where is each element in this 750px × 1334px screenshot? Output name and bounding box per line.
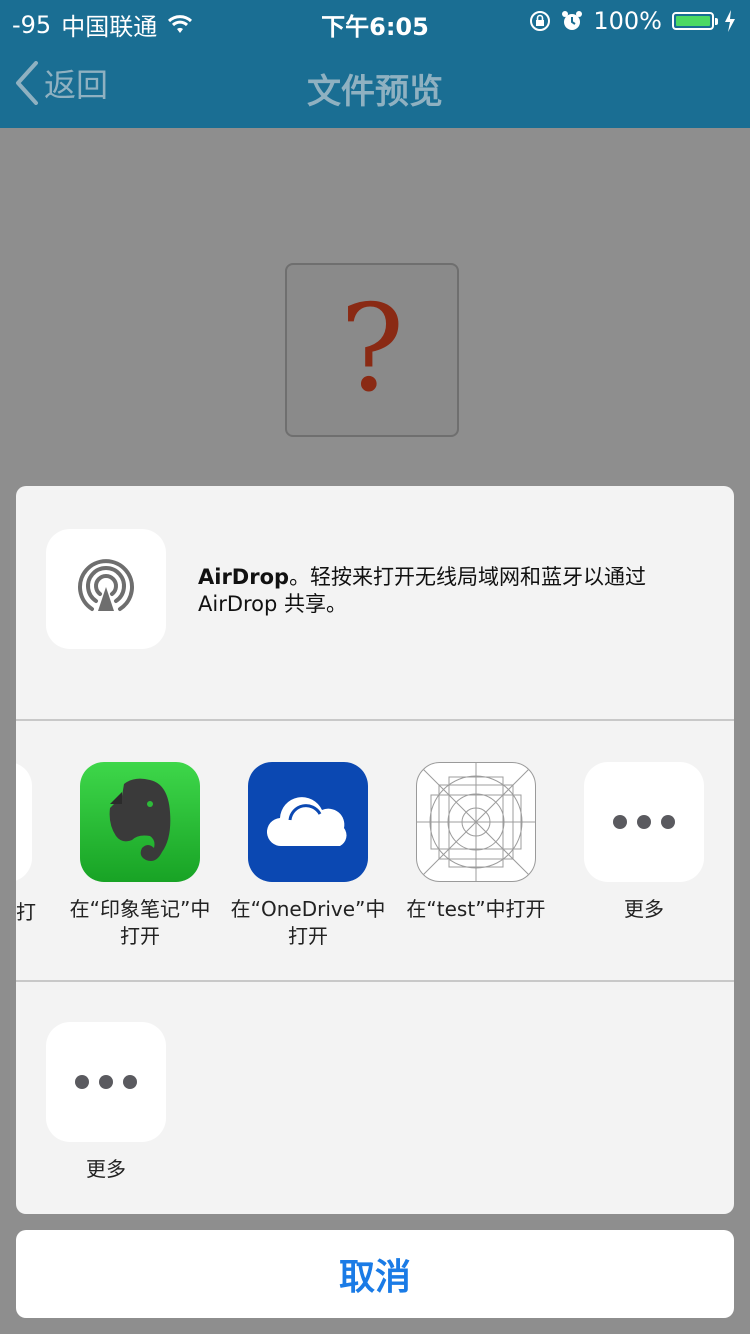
partial-app-tile[interactable] xyxy=(16,762,32,882)
actions-row: 更多 xyxy=(16,982,734,1214)
rotation-lock-icon xyxy=(530,11,551,31)
evernote-icon xyxy=(80,762,200,882)
partial-app-label: 打 xyxy=(16,900,36,924)
airdrop-title: AirDrop xyxy=(198,565,290,589)
app-evernote[interactable]: 在“印象笔记”中打开 xyxy=(60,762,220,950)
action-label: 更多 xyxy=(86,1157,126,1181)
app-test[interactable]: 在“test”中打开 xyxy=(396,762,556,923)
status-bar: -95 中国联通 下午6:05 100% xyxy=(0,0,750,42)
more-icon xyxy=(46,1022,166,1142)
page-title: 文件预览 xyxy=(307,72,443,112)
app-label: 在“OneDrive”中打开 xyxy=(230,897,386,948)
action-more[interactable]: 更多 xyxy=(26,1022,186,1183)
cancel-button[interactable]: 取消 xyxy=(16,1230,734,1318)
app-onedrive[interactable]: 在“OneDrive”中打开 xyxy=(228,762,388,950)
question-mark: ? xyxy=(339,280,405,419)
charging-icon xyxy=(725,10,735,32)
unknown-file-icon: ? xyxy=(285,263,459,437)
onedrive-icon xyxy=(248,762,368,882)
alarm-icon xyxy=(562,11,583,30)
open-in-apps-row: 打 在“印象笔记”中打开 在“OneDrive”中打开 在“test”中打开 更… xyxy=(16,722,734,980)
airdrop-description: AirDrop。轻按来打开无线局域网和蓝牙以通过 AirDrop 共享。 xyxy=(198,564,698,618)
app-label: 更多 xyxy=(624,897,664,921)
airdrop-row[interactable]: AirDrop。轻按来打开无线局域网和蓝牙以通过 AirDrop 共享。 xyxy=(16,486,734,720)
app-more[interactable]: 更多 xyxy=(564,762,724,923)
more-icon xyxy=(584,762,704,882)
app-label: 在“印象笔记”中打开 xyxy=(69,897,211,948)
battery-percent: 100% xyxy=(593,7,662,35)
app-label: 在“test”中打开 xyxy=(406,897,546,921)
airdrop-icon[interactable] xyxy=(46,529,166,649)
battery-icon xyxy=(672,12,718,30)
share-sheet: AirDrop。轻按来打开无线局域网和蓝牙以通过 AirDrop 共享。 打 在… xyxy=(16,486,734,1214)
app-placeholder-icon xyxy=(416,762,536,882)
nav-bar: 返回 文件预览 xyxy=(0,42,750,128)
divider xyxy=(16,719,734,721)
